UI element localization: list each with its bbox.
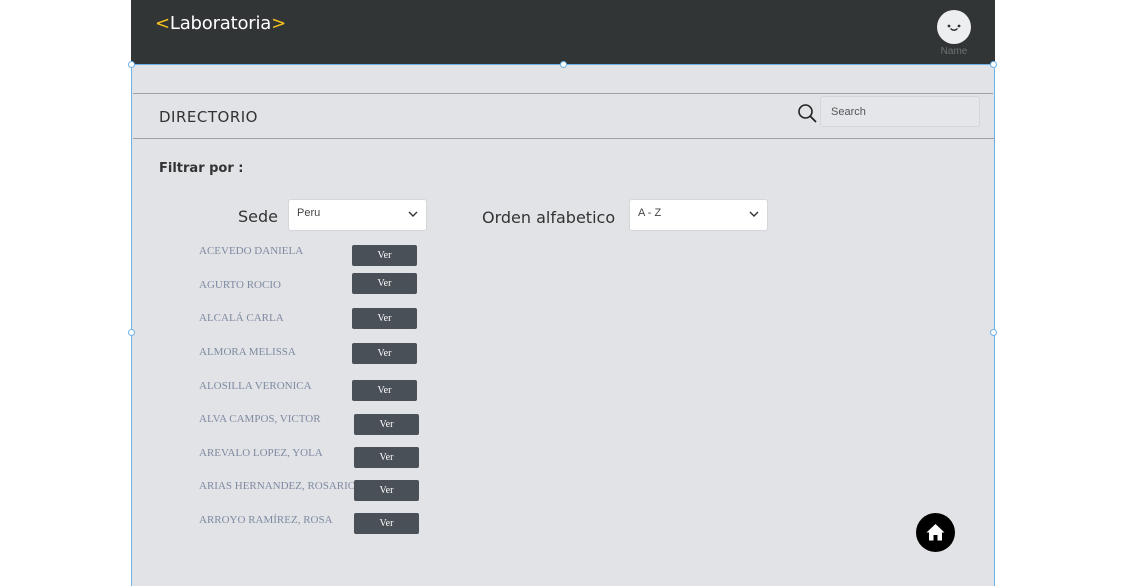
home-icon: [926, 524, 945, 541]
search-input[interactable]: [820, 96, 980, 127]
student-name: ALOSILLA VERONICA: [199, 380, 312, 392]
chevron-down-icon: [749, 211, 759, 217]
orden-dropdown[interactable]: A - Z: [629, 199, 768, 231]
page-title: DIRECTORIO: [159, 108, 258, 126]
student-name: ARIAS HERNANDEZ, ROSARIO: [199, 480, 356, 492]
laboratoria-logo[interactable]: <Laboratoria>: [155, 13, 286, 34]
sede-label: Sede: [238, 207, 278, 226]
selection-handle: [990, 61, 997, 68]
directory-panel: DIRECTORIO Filtrar por : Sede Peru Orden…: [128, 61, 997, 586]
student-name: ALCALÁ CARLA: [199, 312, 284, 324]
student-name: ALMORA MELISSA: [199, 346, 296, 358]
logo-bracket-right: >: [271, 13, 287, 34]
student-name: AGURTO ROCIO: [199, 279, 281, 291]
app-frame: <Laboratoria> Name DIRECTORIO Filtrar po…: [128, 0, 997, 586]
smiley-face-icon: [947, 24, 961, 31]
selection-handle: [128, 329, 135, 336]
logo-bracket-left: <: [155, 13, 170, 34]
sede-dropdown[interactable]: Peru: [288, 199, 427, 231]
ver-button[interactable]: Ver: [352, 245, 417, 266]
student-name: ALVA CAMPOS, VICTOR: [199, 413, 321, 425]
home-button[interactable]: [916, 513, 955, 552]
ver-button[interactable]: Ver: [354, 414, 419, 435]
avatar[interactable]: [937, 10, 971, 44]
orden-selected-value: A - Z: [638, 207, 662, 219]
orden-label: Orden alfabetico: [482, 208, 616, 227]
selection-handle: [990, 329, 997, 336]
ver-button[interactable]: Ver: [354, 447, 419, 468]
logo-text: Laboratoria: [169, 13, 272, 34]
chevron-down-icon: [408, 211, 418, 217]
ver-button[interactable]: Ver: [352, 343, 417, 364]
student-name: AREVALO LOPEZ, YOLA: [199, 447, 323, 459]
divider: [133, 93, 993, 94]
search-icon[interactable]: [797, 103, 819, 125]
top-bar: <Laboratoria> Name: [131, 0, 995, 64]
divider: [133, 138, 995, 139]
filter-label: Filtrar por :: [159, 161, 244, 176]
ver-button[interactable]: Ver: [352, 273, 417, 294]
student-name: ARROYO RAMÍREZ, ROSA: [199, 514, 333, 526]
sede-selected-value: Peru: [297, 207, 321, 219]
selection-handle: [560, 61, 567, 68]
ver-button[interactable]: Ver: [354, 513, 419, 534]
selection-handle: [128, 61, 135, 68]
ver-button[interactable]: Ver: [352, 380, 417, 401]
ver-button[interactable]: Ver: [352, 308, 417, 329]
student-name: ACEVEDO DANIELA: [199, 245, 304, 257]
avatar-name-label: Name: [940, 46, 968, 57]
ver-button[interactable]: Ver: [354, 480, 419, 501]
